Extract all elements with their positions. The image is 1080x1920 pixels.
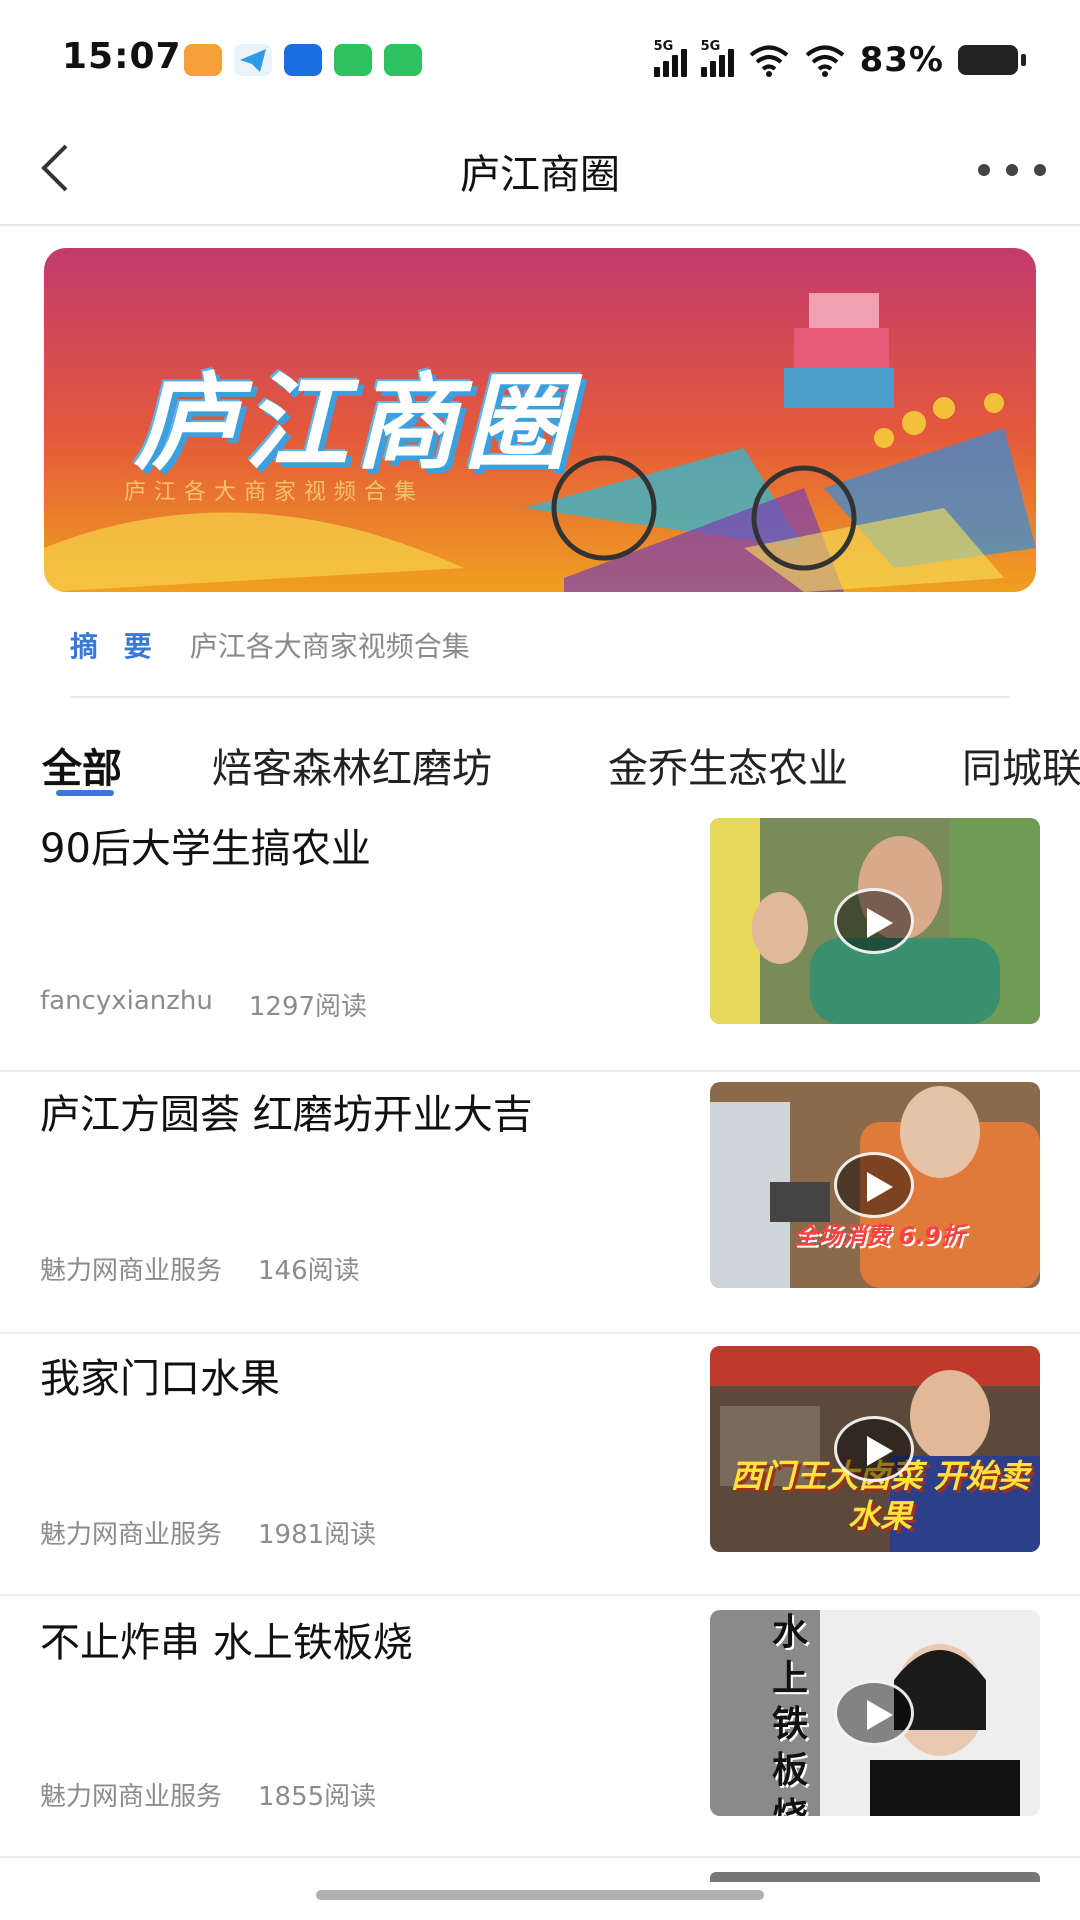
status-indicators: 5G 5G 83% — [653, 39, 1026, 80]
list-item[interactable]: 不止炸串 水上铁板烧 魅力网商业服务 1855阅读 水上铁板烧 — [0, 1596, 1080, 1858]
category-tabs: 全部 焙客森林红磨坊 金乔生态农业 同城联 — [0, 730, 1080, 810]
telegram-icon — [234, 44, 272, 76]
article-author: 魅力网商业服务 — [40, 1782, 223, 1812]
play-icon — [834, 1680, 914, 1746]
video-thumbnail[interactable]: 全场消费 6.9折 — [710, 1082, 1040, 1288]
play-icon — [834, 1152, 914, 1218]
cellular-signal-icon: 5G — [700, 39, 734, 77]
article-reads: 1981阅读 — [258, 1520, 377, 1550]
list-item[interactable]: 我家门口水果 魅力网商业服务 1981阅读 西门王大卤菜 开始卖水果 — [0, 1334, 1080, 1596]
article-title: 不止炸串 水上铁板烧 — [40, 1620, 413, 1666]
status-bar: 15:07 5G 5G 83% — [0, 0, 1080, 110]
video-thumbnail[interactable]: 水上铁板烧 — [710, 1610, 1040, 1816]
tab-all[interactable]: 全部 — [42, 736, 122, 794]
list-item[interactable]: 90后大学生搞农业 fancyxianzhu 1297阅读 — [0, 810, 1080, 1072]
article-reads: 146阅读 — [258, 1256, 360, 1286]
nav-header: 庐江商圈 — [0, 110, 1080, 226]
active-tab-indicator — [56, 790, 114, 796]
battery-icon — [958, 45, 1026, 75]
article-meta: 魅力网商业服务 1855阅读 — [40, 1776, 376, 1813]
thumbnail-caption: 全场消费 6.9折 — [794, 1222, 965, 1250]
notification-icons — [184, 44, 422, 76]
article-title: 90后大学生搞农业 — [40, 826, 371, 872]
banner-image[interactable]: 庐江商圈 庐江各大商家视频合集 — [44, 248, 1036, 592]
article-meta: 魅力网商业服务 1981阅读 — [40, 1514, 376, 1551]
article-title: 庐江方圆荟 红磨坊开业大吉 — [40, 1092, 533, 1138]
video-thumbnail[interactable]: 西门王大卤菜 开始卖水果 — [710, 1346, 1040, 1552]
video-thumbnail-partial — [710, 1872, 1040, 1882]
more-dots-icon — [978, 164, 990, 176]
tab-beike-forest[interactable]: 焙客森林红磨坊 — [212, 736, 492, 794]
more-dots-icon — [1006, 164, 1018, 176]
more-options-button[interactable] — [972, 150, 1052, 190]
tab-same-city[interactable]: 同城联 — [962, 736, 1080, 794]
article-title: 我家门口水果 — [40, 1356, 280, 1402]
summary: 摘 要 庐江各大商家视频合集 — [70, 625, 470, 665]
divider — [70, 696, 1010, 698]
article-author: 魅力网商业服务 — [40, 1520, 223, 1550]
wifi-icon — [805, 45, 844, 77]
article-author: fancyxianzhu — [40, 986, 213, 1016]
thumbnail-caption: 水上铁板烧 — [772, 1612, 809, 1816]
app-notification-icon — [184, 44, 222, 76]
play-icon — [834, 1416, 914, 1482]
cellular-signal-icon: 5G — [653, 39, 687, 77]
home-indicator[interactable] — [316, 1890, 764, 1900]
article-meta: 魅力网商业服务 146阅读 — [40, 1250, 360, 1287]
wifi-icon — [749, 45, 788, 77]
article-reads: 1855阅读 — [258, 1782, 377, 1812]
article-meta: fancyxianzhu 1297阅读 — [40, 986, 367, 1023]
banner-title: 庐江商圈 — [134, 361, 575, 484]
summary-text: 庐江各大商家视频合集 — [189, 630, 470, 663]
list-item[interactable]: 庐江方圆荟 红磨坊开业大吉 魅力网商业服务 146阅读 全场消费 6.9折 — [0, 1072, 1080, 1334]
battery-level: 83% — [859, 40, 944, 80]
more-dots-icon — [1034, 164, 1046, 176]
article-reads: 1297阅读 — [248, 992, 368, 1022]
banner-subtitle: 庐江各大商家视频合集 — [124, 480, 425, 505]
wechat-icon — [384, 44, 422, 76]
summary-label: 摘 要 — [70, 630, 160, 663]
status-time: 15:07 — [62, 36, 182, 77]
news-app-icon — [284, 44, 322, 76]
page-title: 庐江商圈 — [460, 152, 620, 198]
tab-jinqiao-agriculture[interactable]: 金乔生态农业 — [608, 736, 848, 794]
wechat-icon — [334, 44, 372, 76]
video-thumbnail[interactable] — [710, 818, 1040, 1024]
article-author: 魅力网商业服务 — [40, 1256, 223, 1286]
play-icon — [834, 888, 914, 954]
